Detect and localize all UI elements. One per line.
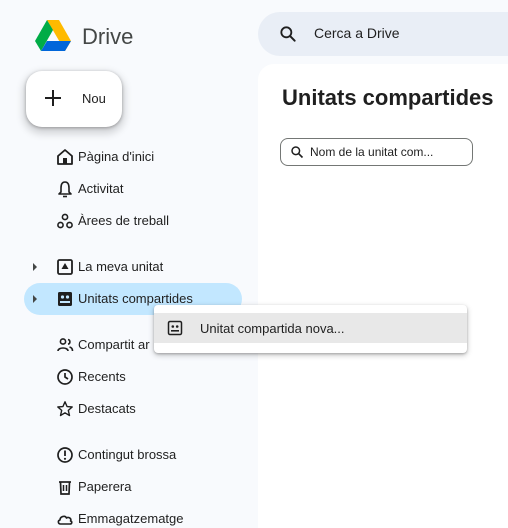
sidebar-item-label: Unitats compartides [78,291,193,306]
drive-logo-icon[interactable] [35,20,71,52]
new-button-label: Nou [82,91,106,106]
new-button[interactable]: Nou [26,71,122,127]
expand-caret-icon[interactable] [33,263,37,271]
search-icon [291,146,304,159]
my-drive-icon [57,259,73,275]
sidebar-item-trash[interactable]: Paperera [24,471,242,503]
sidebar-item-label: Contingut brossa [78,447,177,462]
context-menu: Unitat compartida nova... [154,305,467,353]
sidebar-item-label: Compartit ar [78,337,150,352]
bell-icon [58,181,72,198]
search-bar[interactable]: Cerca a Drive [258,12,508,56]
filter-placeholder: Nom de la unitat com... [310,145,434,159]
sidebar-item-label: Paperera [78,479,132,494]
sidebar-item-spam[interactable]: Contingut brossa [24,439,242,471]
star-icon [57,401,73,417]
clock-icon [57,369,73,385]
page-title: Unitats compartides [282,85,494,110]
app-name: Drive [82,24,134,49]
sidebar-item-storage[interactable]: Emmagatzematge [24,503,242,528]
sidebar-item-label: Pàgina d'inici [78,149,155,164]
main-content: Unitats compartides Nom de la unitat com… [258,64,508,528]
sidebar-item-recent[interactable]: Recents [24,361,242,393]
sidebar-item-workspaces[interactable]: Àrees de treball [24,205,242,237]
menu-item-label: Unitat compartida nova... [200,321,345,336]
expand-caret-icon[interactable] [33,295,37,303]
workspaces-icon [57,213,73,229]
shared-drive-search-input[interactable]: Nom de la unitat com... [280,138,473,166]
spam-icon [57,447,73,463]
home-icon [57,149,73,165]
people-icon [57,338,74,352]
search-icon[interactable] [278,24,298,44]
sidebar-item-label: Emmagatzematge [78,511,184,526]
sidebar-item-my-drive[interactable]: La meva unitat [24,251,242,283]
new-shared-drive-menu-item[interactable]: Unitat compartida nova... [154,313,467,343]
sidebar-item-home[interactable]: Pàgina d'inici [24,141,242,173]
trash-icon [59,481,71,495]
sidebar-item-label: Recents [78,369,126,384]
sidebar-item-label: Destacats [78,401,136,416]
sidebar-item-label: La meva unitat [78,259,164,274]
plus-icon [45,90,61,106]
sidebar-item-starred[interactable]: Destacats [24,393,242,425]
search-input[interactable]: Cerca a Drive [314,25,400,41]
shared-drive-add-icon [167,320,183,336]
cloud-icon [57,515,73,525]
sidebar-item-label: Àrees de treball [78,213,170,228]
sidebar-item-activity[interactable]: Activitat [24,173,242,205]
shared-drives-icon [58,292,72,306]
sidebar-item-label: Activitat [78,181,124,196]
